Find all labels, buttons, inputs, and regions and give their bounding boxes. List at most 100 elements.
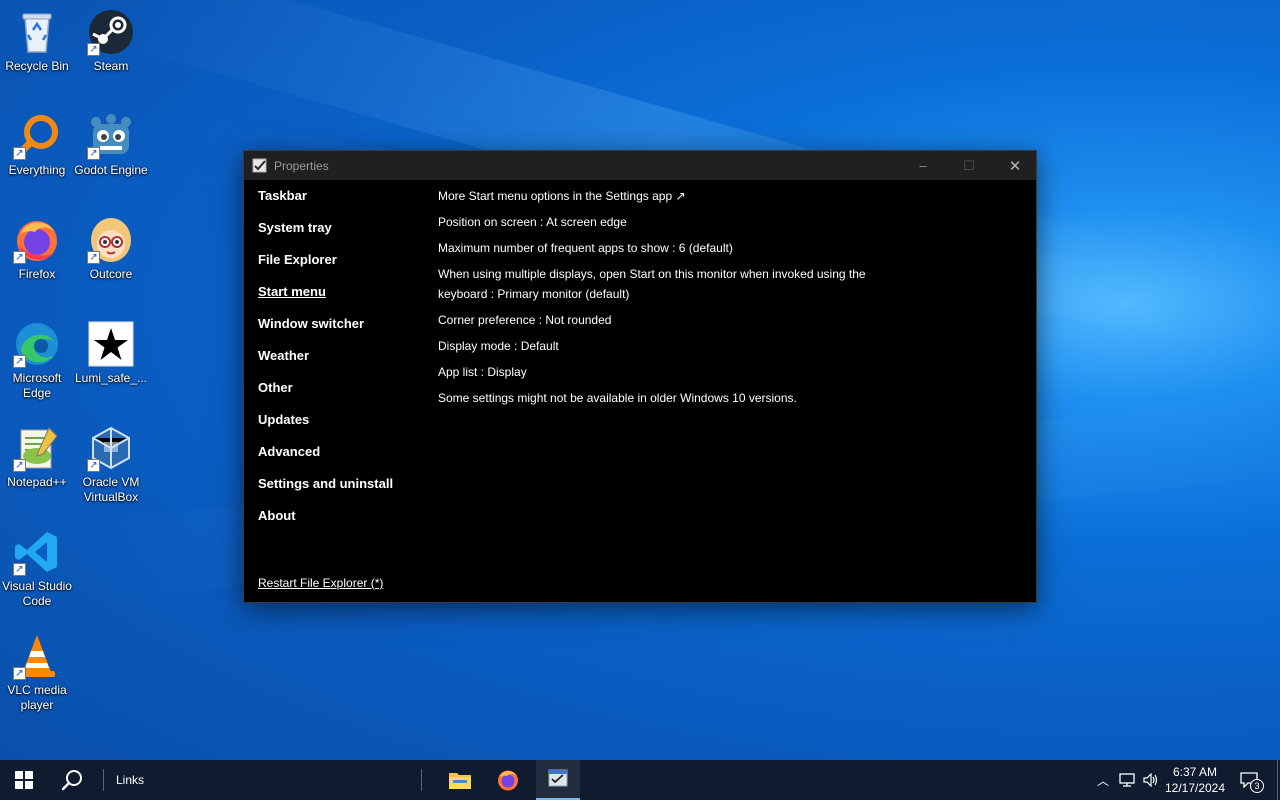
desktop-icon-label: Microsoft Edge bbox=[12, 371, 62, 400]
vlc-icon: ↗ bbox=[13, 632, 61, 680]
close-icon: ✕ bbox=[1008, 157, 1022, 175]
window-titlebar[interactable]: Properties – ☐ ✕ bbox=[244, 151, 1036, 180]
setting-multi-monitor-start[interactable]: When using multiple displays, open Start… bbox=[438, 264, 868, 304]
clock-time: 6:37 AM bbox=[1172, 765, 1218, 779]
desktop-icon-edge[interactable]: ↗ Microsoft Edge bbox=[0, 320, 74, 401]
volume-icon bbox=[1143, 773, 1158, 787]
taskbar: Links ︿ 6:37 AM 12/17/2024 3 bbox=[0, 760, 1280, 800]
shortcut-arrow-icon: ↗ bbox=[13, 251, 26, 264]
maximize-icon: ☐ bbox=[963, 157, 975, 173]
desktop-icon-label: Everything bbox=[8, 163, 66, 177]
desktop-icon-label: Recycle Bin bbox=[5, 59, 69, 73]
restart-file-explorer-link[interactable]: Restart File Explorer (*) bbox=[258, 576, 383, 590]
desktop-icon-outcore[interactable]: ↗ Outcore bbox=[74, 216, 148, 282]
show-desktop-button[interactable] bbox=[1274, 760, 1280, 800]
window-title: Properties bbox=[274, 158, 329, 173]
file-explorer-icon bbox=[449, 773, 471, 789]
sidebar-item-settings-and-uninstall[interactable]: Settings and uninstall bbox=[258, 475, 428, 507]
setting-app-list[interactable]: App list : Display bbox=[438, 362, 868, 382]
chevron-up-icon: ︿ bbox=[1096, 773, 1109, 788]
godot-icon: ↗ bbox=[87, 112, 135, 160]
setting-frequent-apps[interactable]: Maximum number of frequent apps to show … bbox=[438, 238, 868, 258]
clock[interactable]: 6:37 AM 12/17/2024 bbox=[1162, 760, 1228, 800]
desktop-icon-label: Oracle VM VirtualBox bbox=[82, 475, 140, 504]
sidebar-item-taskbar[interactable]: Taskbar bbox=[258, 187, 428, 219]
sidebar-item-other[interactable]: Other bbox=[258, 379, 428, 411]
desktop-icon-label: VLC media player bbox=[7, 683, 67, 712]
outcore-icon: ↗ bbox=[87, 216, 135, 264]
maximize-button[interactable]: ☐ bbox=[946, 151, 992, 180]
compatibility-note: Some settings might not be available in … bbox=[438, 391, 797, 405]
desktop-icon-notepadpp[interactable]: ↗ Notepad++ bbox=[0, 424, 74, 490]
firefox-icon bbox=[498, 770, 518, 791]
shortcut-arrow-icon: ↗ bbox=[87, 43, 100, 56]
clock-date: 12/17/2024 bbox=[1164, 781, 1226, 795]
taskbar-file-explorer[interactable] bbox=[438, 760, 482, 800]
network-tray-button[interactable] bbox=[1116, 760, 1138, 800]
volume-tray-button[interactable] bbox=[1140, 760, 1162, 800]
sidebar-item-start-menu[interactable]: Start menu bbox=[258, 283, 428, 315]
setting-display-mode[interactable]: Display mode : Default bbox=[438, 336, 868, 356]
shortcut-arrow-icon: ↗ bbox=[13, 147, 26, 160]
sidebar-item-weather[interactable]: Weather bbox=[258, 347, 428, 379]
show-hidden-icons-button[interactable]: ︿ bbox=[1092, 760, 1114, 800]
desktop-icon-label: Firefox bbox=[18, 267, 56, 281]
virtualbox-icon: ↗ bbox=[87, 424, 135, 472]
notepadpp-icon: ↗ bbox=[13, 424, 61, 472]
desktop-icon-label: Visual Studio Code bbox=[2, 579, 72, 608]
action-center-button[interactable]: 3 bbox=[1232, 760, 1266, 800]
everything-search-icon: ↗ bbox=[13, 112, 61, 160]
shortcut-arrow-icon: ↗ bbox=[13, 459, 26, 472]
desktop-icon-label: Steam bbox=[93, 59, 129, 73]
shortcut-arrow-icon: ↗ bbox=[87, 251, 100, 264]
properties-window: Properties – ☐ ✕ Taskbar System tray Fil… bbox=[243, 150, 1037, 603]
sidebar-item-window-switcher[interactable]: Window switcher bbox=[258, 315, 428, 347]
taskbar-properties-app[interactable] bbox=[536, 760, 580, 800]
edge-icon: ↗ bbox=[13, 320, 61, 368]
desktop-icon-recycle-bin[interactable]: Recycle Bin bbox=[0, 8, 74, 74]
sidebar-item-file-explorer[interactable]: File Explorer bbox=[258, 251, 428, 283]
properties-app-icon bbox=[252, 158, 268, 174]
settings-panel: More Start menu options in the Settings … bbox=[438, 186, 868, 414]
sidebar-nav: Taskbar System tray File Explorer Start … bbox=[258, 187, 428, 539]
search-icon bbox=[61, 770, 82, 791]
shortcut-arrow-icon: ↗ bbox=[13, 667, 26, 680]
desktop-icon-firefox[interactable]: ↗ Firefox bbox=[0, 216, 74, 282]
desktop-icon-virtualbox[interactable]: ↗ Oracle VM VirtualBox bbox=[74, 424, 148, 505]
start-icon bbox=[15, 771, 33, 789]
close-button[interactable]: ✕ bbox=[992, 151, 1038, 180]
notification-count-badge: 3 bbox=[1250, 779, 1264, 793]
sidebar-item-updates[interactable]: Updates bbox=[258, 411, 428, 443]
desktop-icon-godot[interactable]: ↗ Godot Engine bbox=[74, 112, 148, 178]
minimize-button[interactable]: – bbox=[900, 151, 946, 180]
desktop-icon-steam[interactable]: ↗ Steam bbox=[74, 8, 148, 74]
settings-app-link[interactable]: More Start menu options in the Settings … bbox=[438, 186, 868, 206]
links-toolbar[interactable]: Links bbox=[110, 760, 150, 800]
firefox-icon: ↗ bbox=[13, 216, 61, 264]
start-button[interactable] bbox=[0, 760, 48, 800]
toolbar-separator bbox=[102, 760, 104, 800]
recycle-bin-icon bbox=[13, 8, 61, 56]
shortcut-arrow-icon: ↗ bbox=[87, 459, 100, 472]
shortcut-arrow-icon: ↗ bbox=[87, 147, 100, 160]
desktop-icon-label: Lumi_safe_... bbox=[74, 371, 148, 385]
star-file-icon bbox=[87, 320, 135, 368]
shortcut-arrow-icon: ↗ bbox=[13, 563, 26, 576]
sidebar-item-system-tray[interactable]: System tray bbox=[258, 219, 428, 251]
search-button[interactable] bbox=[50, 760, 94, 800]
sidebar-item-advanced[interactable]: Advanced bbox=[258, 443, 428, 475]
sidebar-item-about[interactable]: About bbox=[258, 507, 428, 539]
minimize-icon: – bbox=[919, 158, 927, 173]
desktop-icon-lumi-safe[interactable]: Lumi_safe_... bbox=[74, 320, 148, 386]
setting-position-on-screen[interactable]: Position on screen : At screen edge bbox=[438, 212, 868, 232]
setting-corner-preference[interactable]: Corner preference : Not rounded bbox=[438, 310, 868, 330]
desktop-icon-vscode[interactable]: ↗ Visual Studio Code bbox=[0, 528, 74, 609]
desktop-icon-label: Godot Engine bbox=[74, 163, 148, 177]
toolbar-separator bbox=[420, 760, 422, 800]
taskbar-firefox[interactable] bbox=[486, 760, 530, 800]
desktop-icon-everything[interactable]: ↗ Everything bbox=[0, 112, 74, 178]
desktop-icon-vlc[interactable]: ↗ VLC media player bbox=[0, 632, 74, 713]
shortcut-arrow-icon: ↗ bbox=[13, 355, 26, 368]
desktop-icon-label: Notepad++ bbox=[7, 475, 67, 489]
network-icon bbox=[1119, 773, 1135, 787]
